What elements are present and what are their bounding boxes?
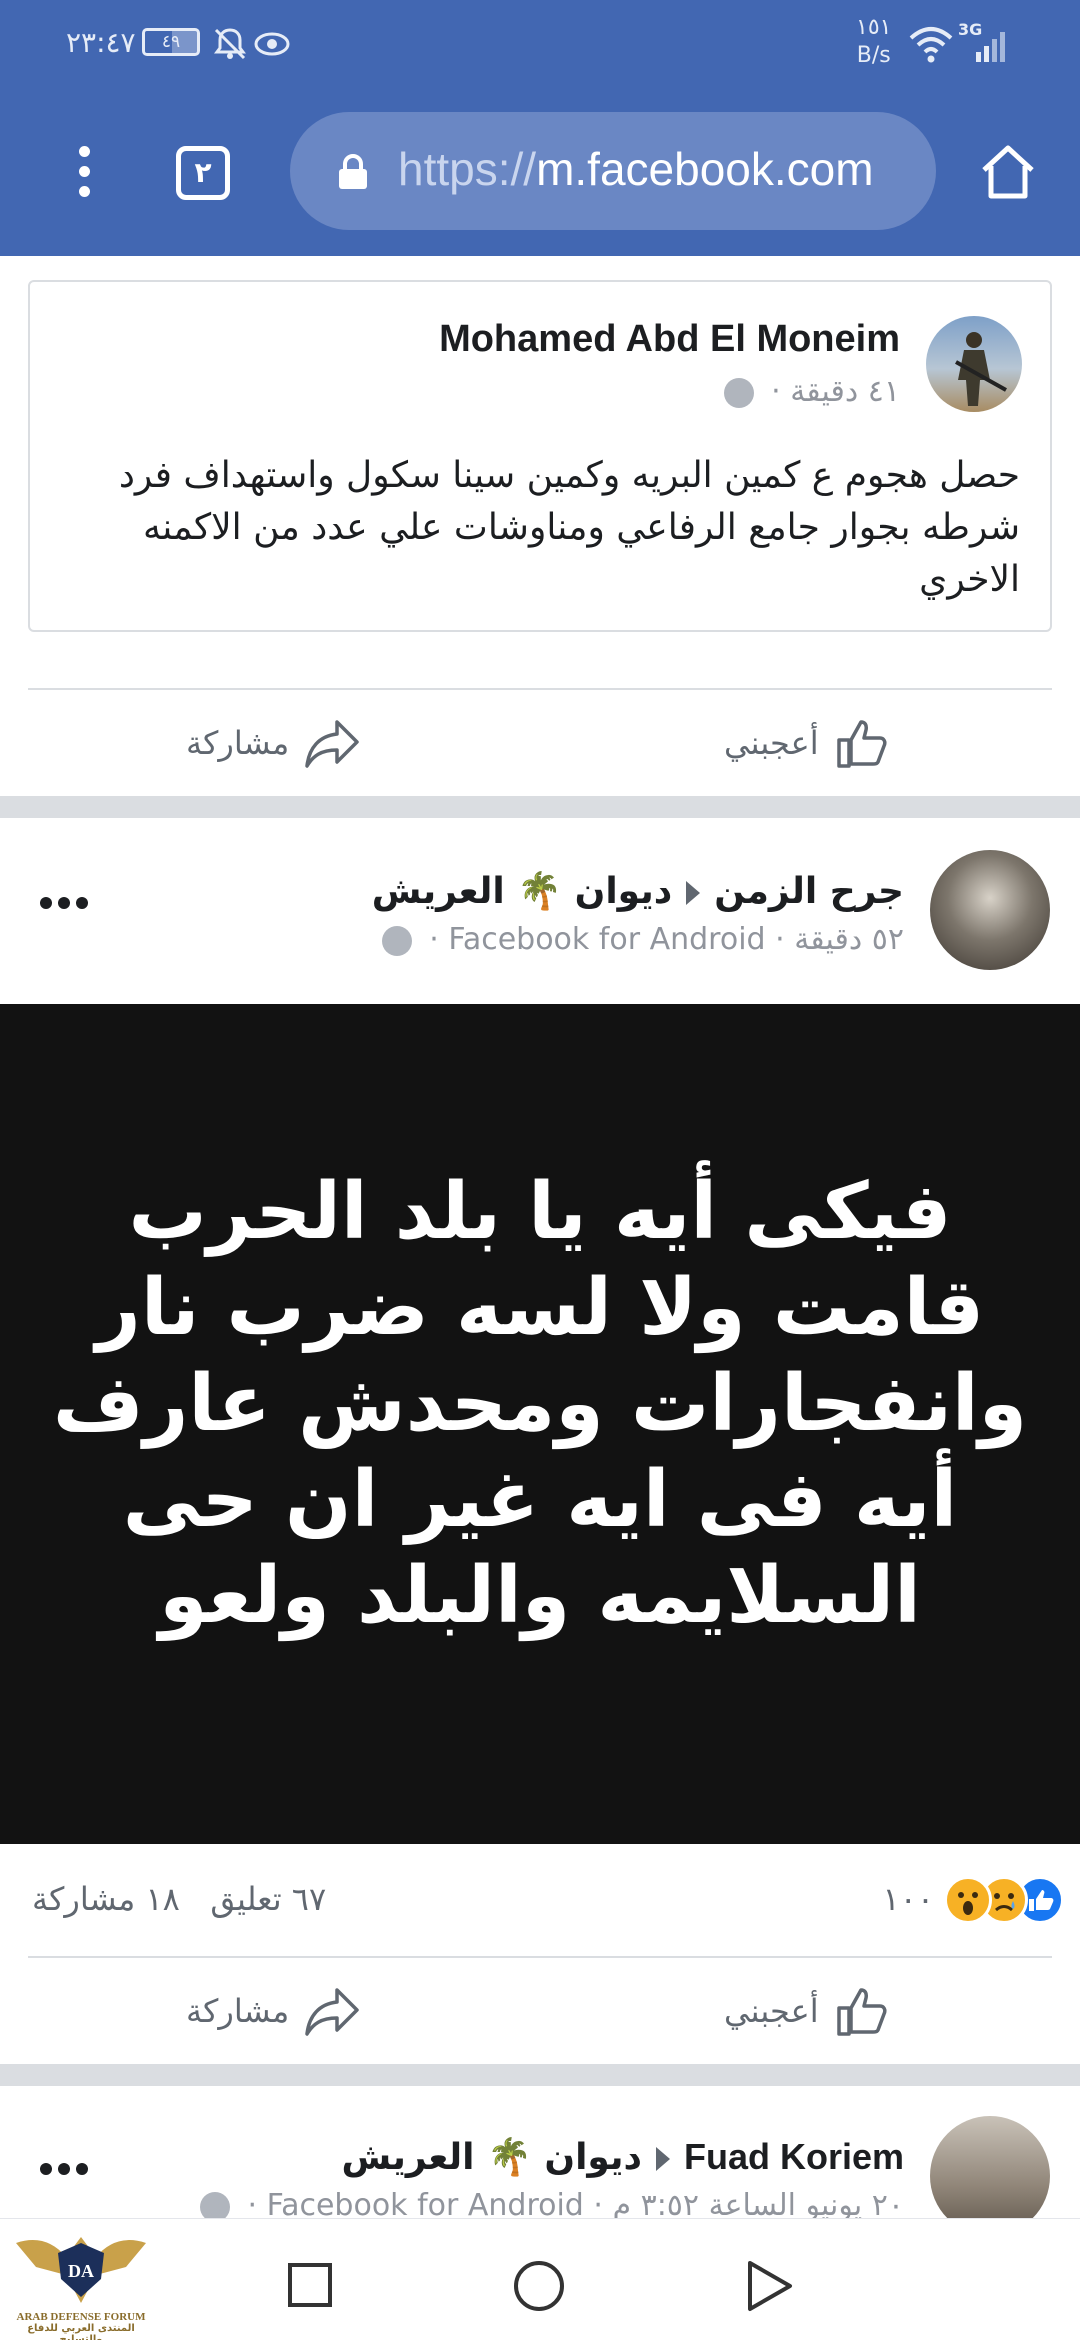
post-author-line: جرح الزمن ديوان 🌴 العريش (372, 870, 904, 912)
post-time: ٤١ دقيقة · (771, 374, 900, 409)
eye-icon (254, 32, 290, 56)
share-button[interactable]: مشاركة (186, 708, 361, 778)
battery-icon: ٤٩ (142, 28, 200, 56)
share-icon (305, 720, 360, 768)
reactions-row[interactable]: ١٠٠ ٦٧ تعليق ١٨ مشاركة (0, 1866, 1080, 1936)
url-bar[interactable]: https://m.facebook.com (290, 112, 936, 230)
image-text: فيكى أيه يا بلد الحرب قامت ولا لسه ضرب نا… (40, 1164, 1040, 1644)
comments-count[interactable]: ٦٧ تعليق (210, 1880, 326, 1918)
image-text-line: وانفجارات ومحدش عارف (52, 1359, 1028, 1449)
address-row: ٢ https://m.facebook.com (0, 108, 1080, 238)
reactions-count: ١٠٠ (882, 1880, 934, 1918)
status-time: ٢٣:٤٧ (66, 26, 136, 59)
share-icon (305, 1988, 360, 2036)
share-label: مشاركة (186, 1992, 290, 2030)
wifi-icon (909, 27, 953, 63)
logo-letters: DA (68, 2261, 94, 2281)
browser-chrome: ٢٣:٤٧ ٤٩ ١٥١ B/s 3G ٢ https://m.facebook… (0, 0, 1080, 256)
globe-icon (381, 925, 412, 956)
avatar[interactable] (926, 316, 1022, 412)
feed-separator (0, 2064, 1080, 2086)
post-card-1: Mohamed Abd El Moneim ٤١ دقيقة · حصل هجو… (28, 280, 1052, 632)
home-circle-icon[interactable] (512, 2259, 566, 2313)
share-button[interactable]: مشاركة (186, 1976, 361, 2046)
shares-count[interactable]: ١٨ مشاركة (32, 1880, 180, 1918)
post-text: حصل هجوم ع كمين البريه وكمين سينا سكول و… (118, 455, 1020, 600)
like-button[interactable]: أعجبني (724, 1976, 891, 2046)
post-author[interactable]: Mohamed Abd El Moneim (439, 318, 900, 361)
like-button[interactable]: أعجبني (724, 708, 891, 778)
net-speed: ١٥١ B/s (856, 14, 891, 70)
lock-icon (339, 154, 367, 189)
globe-icon (723, 377, 754, 408)
logo-caption: ARAB DEFENSE FORUM المنتدى العربي للدفاع… (6, 2311, 156, 2340)
menu-dots-icon[interactable] (62, 146, 106, 210)
divider (28, 1956, 1052, 1958)
post-meta: ٤١ دقيقة · (723, 374, 900, 409)
url-text: https://m.facebook.com (398, 142, 874, 196)
divider (28, 688, 1052, 690)
post-meta: ٥٢ دقيقة · Facebook for Android · (381, 922, 904, 957)
post-meta-text: ٥٢ دقيقة · Facebook for Android · (429, 922, 904, 957)
logo-line-1: ARAB DEFENSE FORUM (16, 2311, 146, 2323)
post-author[interactable]: Fuad Koriem (684, 2136, 904, 2177)
feed-separator (0, 796, 1080, 818)
net-speed-unit: B/s (856, 43, 891, 68)
group-name[interactable]: ديوان 🌴 العريش (341, 2137, 642, 2178)
bell-off-icon (214, 28, 246, 60)
url-host: m.facebook.com (536, 143, 874, 195)
post-author-line: Fuad Koriem ديوان 🌴 العريش (341, 2136, 904, 2178)
tab-switcher-button[interactable]: ٢ (176, 146, 230, 200)
signal-icon: 3G (958, 20, 1008, 64)
more-options-icon[interactable] (40, 894, 96, 909)
triangle-right-icon (655, 2147, 670, 2171)
thumbs-up-icon (836, 1988, 887, 2036)
status-bar: ٢٣:٤٧ ٤٩ ١٥١ B/s 3G (0, 0, 1080, 90)
thumbs-up-icon (836, 720, 887, 768)
globe-icon (199, 2191, 230, 2222)
image-text-line: فيكى أيه يا بلد الحرب (128, 1167, 952, 1257)
url-prefix: https:// (398, 143, 537, 195)
logo-line-2: المنتدى العربي للدفاع والتسليح (27, 2323, 135, 2340)
like-label: أعجبني (724, 724, 819, 762)
avatar[interactable] (930, 850, 1050, 970)
engagement-counts[interactable]: ٦٧ تعليق ١٨ مشاركة (32, 1880, 326, 1918)
like-label: أعجبني (724, 1992, 819, 2030)
image-text-line: أيه فى ايه غير ان حى (122, 1455, 958, 1545)
group-name[interactable]: ديوان 🌴 العريش (372, 871, 673, 912)
system-nav-bar: DA ARAB DEFENSE FORUM المنتدى العربي للد… (0, 2218, 1080, 2340)
recents-square-icon[interactable] (286, 2261, 334, 2309)
home-icon[interactable] (978, 142, 1038, 202)
post-author[interactable]: جرح الزمن (714, 871, 904, 912)
triangle-right-icon (686, 881, 701, 905)
more-options-icon[interactable] (40, 2160, 96, 2175)
wow-reaction-icon (944, 1876, 992, 1924)
forum-logo: DA ARAB DEFENSE FORUM المنتدى العربي للد… (6, 2223, 156, 2340)
image-text-line: السلايمه والبلد ولعو (159, 1551, 921, 1641)
post-image[interactable]: فيكى أيه يا بلد الحرب قامت ولا لسه ضرب نا… (0, 1004, 1080, 1844)
net-speed-value: ١٥١ (856, 15, 892, 40)
share-label: مشاركة (186, 724, 290, 762)
image-text-line: قامت ولا لسه ضرب نار (95, 1263, 985, 1353)
back-triangle-icon[interactable] (744, 2259, 794, 2313)
